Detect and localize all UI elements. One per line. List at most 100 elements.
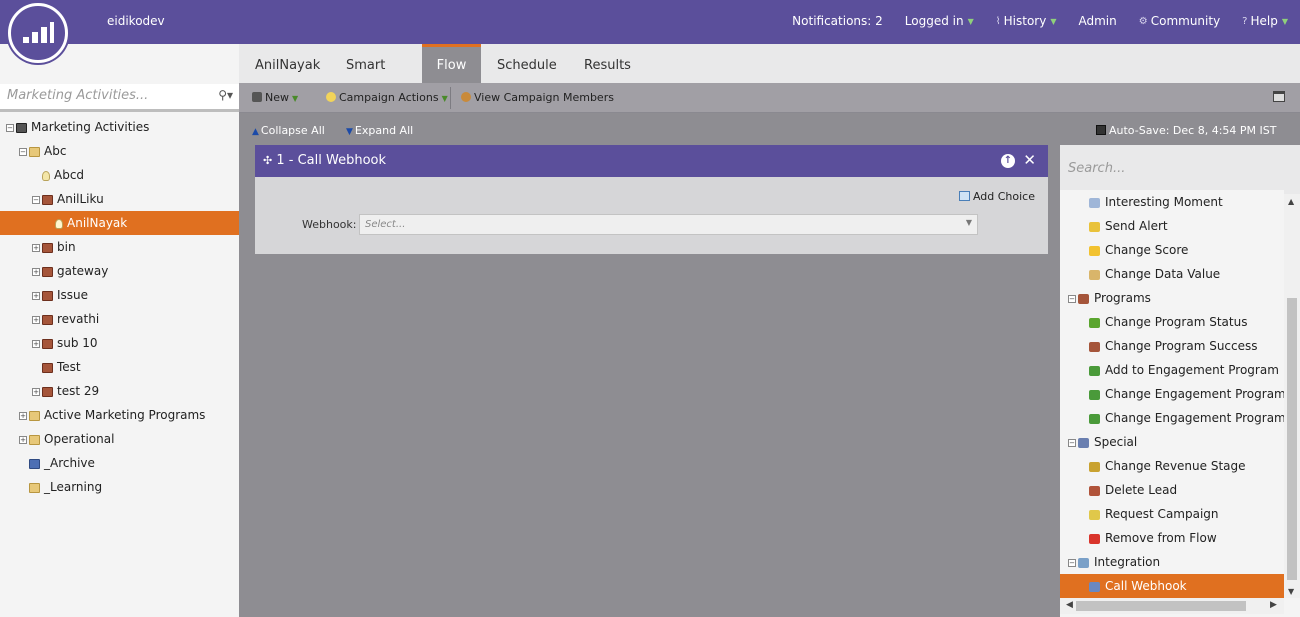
expand-node-icon[interactable]: + [32,387,40,396]
tree-node[interactable]: + Issue [0,283,239,307]
scroll-thumb[interactable] [1076,601,1246,611]
palette-search[interactable]: Search... [1060,145,1300,194]
tree-node[interactable]: − AnilLiku [0,187,239,211]
palette-action[interactable]: Change Revenue Stage [1060,454,1284,478]
new-button[interactable]: New ▼ [252,91,298,104]
folder-icon [29,434,40,445]
account-name[interactable]: eidikodev [107,14,165,28]
save-disk-icon [1096,125,1106,135]
tree-node[interactable]: + Operational [0,427,239,451]
tree-node[interactable]: + test 29 [0,379,239,403]
palette-action[interactable]: Delete Lead [1060,478,1284,502]
palette-group[interactable]: − Special [1060,430,1284,454]
campaign-icon [42,266,53,277]
expand-node-icon[interactable]: + [19,411,27,420]
palette-horizontal-scrollbar[interactable]: ◀ ▶ [1060,598,1284,614]
webhook-select[interactable]: Select... ▼ [359,214,978,235]
action-icon [1089,269,1100,280]
palette-action[interactable]: Request Campaign [1060,502,1284,526]
tab-results[interactable]: Results [584,44,631,83]
palette-action[interactable]: Interesting Moment [1060,190,1284,214]
top-nav: Notifications: 2 Logged in ▼ ⌇ History ▼ Admin… [770,14,1288,28]
palette-action[interactable]: Add to Engagement Program [1060,358,1284,382]
scroll-thumb[interactable] [1287,298,1297,580]
expand-node-icon[interactable]: + [32,315,40,324]
expand-node-icon[interactable]: + [32,267,40,276]
scroll-right-icon[interactable]: ▶ [1270,600,1277,610]
collapse-node-icon[interactable]: − [32,195,40,204]
tree-node[interactable]: Abcd [0,163,239,187]
tree-node[interactable]: − Abc [0,139,239,163]
expand-node-icon[interactable]: + [32,291,40,300]
expand-all-button[interactable]: ▼ Expand All [346,124,413,137]
palette-action[interactable]: Remove from Flow [1060,526,1284,550]
marketo-logo[interactable] [8,3,68,63]
top-nav-item[interactable]: ? Help ▼ [1242,14,1288,28]
action-icon [1089,485,1100,496]
top-nav-item[interactable]: Admin [1079,14,1117,28]
action-icon [1089,509,1100,520]
campaign-icon [42,386,53,397]
palette-action[interactable]: Change Engagement Program Stre [1060,406,1284,430]
tree-search[interactable]: Marketing Activities... ⚲▾ [0,84,239,112]
palette-group[interactable]: − Programs [1060,286,1284,310]
tree-node[interactable]: _Archive [0,451,239,475]
collapse-node-icon[interactable]: − [1068,294,1076,303]
expand-node-icon[interactable]: + [32,339,40,348]
chevron-down-icon: ▼ [1281,16,1288,26]
tree-node[interactable]: AnilNayak [0,211,239,235]
tree-node[interactable]: − Marketing Activities [0,115,239,139]
collapse-all-button[interactable]: ▲ Collapse All [252,124,325,137]
move-up-icon[interactable]: ↑ [1001,154,1015,168]
top-nav-item[interactable]: ⚙ Community [1139,14,1220,28]
flow-step-header: ✣ 1 - Call Webhook ↑ ✕ [255,145,1048,177]
palette-action[interactable]: Change Engagement Program Cad [1060,382,1284,406]
tree-node[interactable]: + revathi [0,307,239,331]
view-campaign-members-button[interactable]: View Campaign Members [461,91,614,104]
tree-node[interactable]: + Active Marketing Programs [0,403,239,427]
collapse-node-icon[interactable]: − [6,123,14,132]
expand-node-icon[interactable]: + [32,243,40,252]
tree-node[interactable]: Test [0,355,239,379]
palette-action[interactable]: Change Program Status [1060,310,1284,334]
top-nav-item[interactable]: Logged in ▼ [905,14,974,28]
autosave-status: Auto-Save: Dec 8, 4:54 PM IST [1096,124,1276,137]
tab-flow[interactable]: Flow [422,44,481,83]
collapse-node-icon[interactable]: − [1068,438,1076,447]
scroll-up-icon[interactable]: ▲ [1288,197,1294,206]
tab-bar: AnilNayak Smart List Flow Schedule Results [239,44,1300,117]
tree-node[interactable]: + gateway [0,259,239,283]
palette-action[interactable]: Call Webhook [1060,574,1284,598]
top-nav-item[interactable]: Notifications: 2 [792,14,883,28]
tab-anilnayak[interactable]: AnilNayak [255,44,330,83]
palette-vertical-scrollbar[interactable]: ▲ ▼ [1284,194,1300,598]
scroll-left-icon[interactable]: ◀ [1066,600,1073,610]
tab-smart-list[interactable]: Smart List [346,44,407,117]
marketing-activities-tree: − Marketing Activities − Abc Abcd − AnilLiku An… [0,115,239,499]
tree-node[interactable]: + bin [0,235,239,259]
add-choice-button[interactable]: Add Choice [958,190,1035,203]
collapse-node-icon[interactable]: − [1068,558,1076,567]
tree-node[interactable]: _Learning [0,475,239,499]
palette-action[interactable]: Change Program Success [1060,334,1284,358]
collapse-node-icon[interactable]: − [19,147,27,156]
palette-action[interactable]: Change Score [1060,238,1284,262]
action-icon [1089,413,1100,424]
expand-node-icon[interactable]: + [19,435,27,444]
tab-schedule[interactable]: Schedule [497,44,557,83]
top-nav-item[interactable]: ⌇ History ▼ [996,14,1057,28]
campaign-actions-button[interactable]: Campaign Actions ▼ [326,91,448,104]
close-icon[interactable]: ✕ [1023,151,1036,169]
palette-action[interactable]: Send Alert [1060,214,1284,238]
tree-node[interactable]: + sub 10 [0,331,239,355]
flow-step-title[interactable]: ✣ 1 - Call Webhook [263,153,386,168]
maximize-icon[interactable] [1273,91,1285,102]
palette-group[interactable]: − Integration [1060,550,1284,574]
tree-search-input[interactable]: Marketing Activities... [7,88,148,103]
history-icon: ⌇ [995,15,1001,27]
filter-icon[interactable]: ⚲▾ [218,88,233,102]
palette-action[interactable]: Change Data Value [1060,262,1284,286]
members-icon [461,92,471,102]
scroll-down-icon[interactable]: ▼ [1288,587,1294,596]
palette-search-input[interactable]: Search... [1068,161,1125,176]
